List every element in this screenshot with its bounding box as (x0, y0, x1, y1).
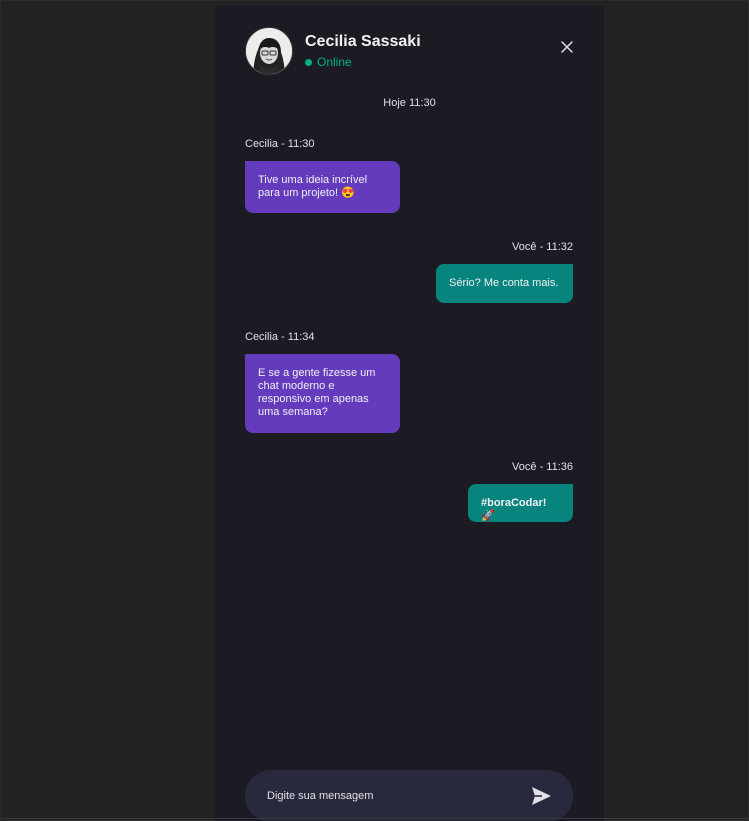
message-composer (245, 770, 573, 821)
avatar[interactable] (245, 27, 293, 75)
message-meta: Cecilia - 11:34 (245, 331, 315, 343)
message-meta: Cecilia - 11:30 (245, 138, 315, 150)
send-icon (532, 787, 551, 805)
online-dot-icon (305, 58, 312, 66)
page: Cecilia Sassaki Online Hoje 11:30 Cecili… (0, 0, 749, 821)
message-bubble-incoming: E se a gente fizesse um chat moderno e r… (245, 354, 400, 433)
message-meta: Você - 11:32 (512, 241, 573, 253)
status-indicator: Online (305, 55, 352, 69)
status-text: Online (317, 55, 352, 69)
message-bubble-outgoing: #boraCodar! 🚀 (468, 484, 573, 522)
chat-window: Cecilia Sassaki Online Hoje 11:30 Cecili… (215, 6, 604, 821)
send-button[interactable] (529, 784, 553, 808)
chat-header: Cecilia Sassaki Online (245, 27, 574, 75)
contact-name: Cecilia Sassaki (305, 33, 421, 50)
page-divider (0, 818, 749, 819)
close-button[interactable] (560, 40, 574, 54)
message-bubble-outgoing: Sério? Me conta mais. (436, 264, 573, 303)
message-meta: Você - 11:36 (512, 461, 573, 473)
date-divider: Hoje 11:30 (383, 97, 436, 109)
close-icon (561, 41, 573, 53)
message-input[interactable] (267, 770, 507, 821)
message-bubble-incoming: Tive uma ideia incrível para um projeto!… (245, 161, 400, 213)
